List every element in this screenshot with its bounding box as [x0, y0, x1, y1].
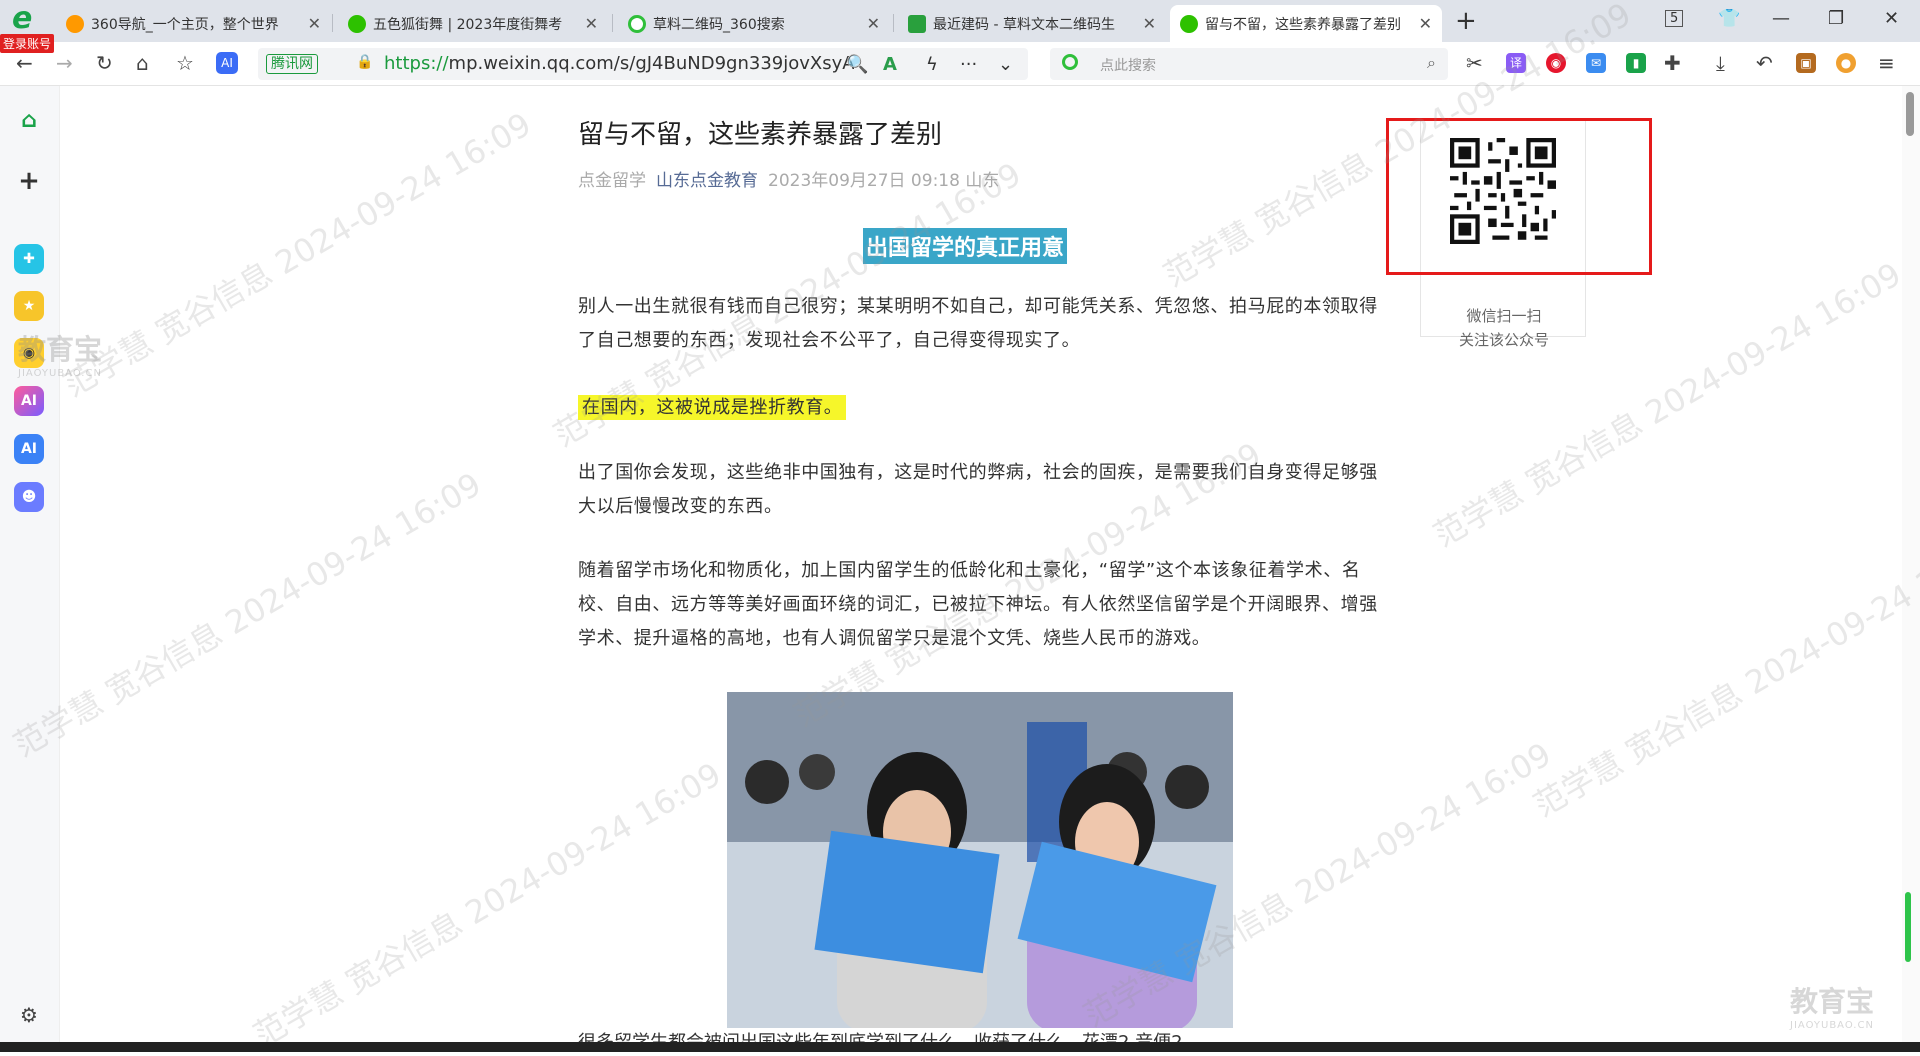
article-location: 山东: [965, 171, 1000, 191]
close-icon[interactable]: ✕: [1143, 14, 1156, 33]
scrollbar-thumb[interactable]: [1906, 92, 1914, 136]
article-meta: 点金留学 山东点金教育 2023年09月27日 09:18 山东: [578, 166, 999, 191]
more-icon[interactable]: ···: [960, 54, 977, 75]
section-heading: 出国留学的真正用意: [863, 228, 1068, 264]
url-text[interactable]: https://mp.weixin.qq.com/s/gJ4BuND9gn339…: [384, 53, 854, 74]
caoliao-qr-icon: [908, 14, 926, 33]
sidebar: ⌂ + ✚ ★ ◉ AI AI ☻ ⚙: [0, 86, 60, 1052]
tab-title: 留与不留，这些素养暴露了差别: [1205, 16, 1401, 33]
qr-caption-follow: 关注该公众号: [1458, 331, 1549, 349]
close-icon[interactable]: ✕: [585, 14, 598, 33]
settings-icon[interactable]: ⚙: [14, 1000, 44, 1030]
window-close-icon[interactable]: ✕: [1884, 8, 1899, 29]
back-icon[interactable]: ←: [16, 52, 33, 74]
sidebar-add-icon[interactable]: +: [14, 166, 44, 196]
account-link[interactable]: 山东点金教育: [656, 171, 758, 191]
ai-assistant-icon[interactable]: AI: [216, 52, 238, 74]
chevron-down-icon[interactable]: ⌄: [998, 54, 1013, 75]
translate-icon[interactable]: 译: [1506, 53, 1526, 73]
article-author: 点金留学: [578, 171, 646, 191]
qr-caption-scan: 微信扫一扫: [1466, 307, 1542, 325]
highlighted-text: 在国内，这被说成是挫折教育。: [578, 395, 847, 420]
tab-bar: e 登录账号 360导航_一个主页，整个世界 ✕ 五色狐街舞 | 2023年度街…: [0, 0, 1920, 53]
toolbox-icon[interactable]: ▣: [1796, 53, 1816, 73]
sidebar-star-icon[interactable]: ★: [14, 291, 44, 321]
scissors-icon[interactable]: ✂: [1466, 52, 1483, 74]
tab-title: 360导航_一个主页，整个世界: [91, 16, 279, 33]
paragraph-1: 别人一出生就很有钱而自己很穷；某某明明不如自己，却可能凭关系、凭忽悠、拍马屁的本…: [578, 296, 1378, 351]
tab-wechat-dance[interactable]: 五色狐街舞 | 2023年度街舞考 ✕: [338, 5, 608, 42]
speed-mode-icon[interactable]: ϟ: [926, 54, 938, 75]
toolbar: ← → ↻ ⌂ ☆ AI 腾讯网 🔒 https://mp.weixin.qq.…: [0, 42, 1920, 86]
read-aloud-icon[interactable]: A: [883, 54, 897, 75]
close-icon[interactable]: ✕: [308, 14, 321, 33]
paragraph-4: 随着留学市场化和物质化，加上国内留学生的低龄化和土豪化，“留学”这个本该象征着学…: [578, 560, 1378, 649]
tab-title: 最近建码 - 草料文本二维码生: [933, 16, 1115, 33]
tab-title: 五色狐街舞 | 2023年度街舞考: [373, 16, 563, 33]
paragraph-5-partial: 很多留学生都会被问出国这些年到底学到了什么，收获了什么，花漂2 音便2: [578, 1028, 1183, 1042]
sidebar-chat-bot-icon[interactable]: ☻: [14, 482, 44, 512]
address-bar[interactable]: 腾讯网 🔒 https://mp.weixin.qq.com/s/gJ4BuND…: [258, 48, 1028, 80]
reload-icon[interactable]: ↻: [96, 52, 113, 74]
zoom-icon[interactable]: 🔍: [846, 54, 868, 75]
sidebar-ai-icon[interactable]: AI: [14, 386, 44, 416]
taskbar-strip: [0, 1042, 1920, 1052]
close-icon[interactable]: ✕: [867, 14, 880, 33]
favorites-icon[interactable]: ☆: [176, 52, 194, 74]
wechat-icon: [348, 14, 366, 33]
extensions-icon[interactable]: ✚: [1664, 52, 1681, 74]
wechat-icon: [1180, 14, 1198, 33]
sidebar-home-icon[interactable]: ⌂: [14, 106, 44, 136]
skin-shirt-icon[interactable]: 👕: [1718, 8, 1740, 29]
sidebar-app-icon[interactable]: ✚: [14, 244, 44, 274]
login-badge[interactable]: 登录账号: [0, 34, 55, 53]
mail-icon[interactable]: ✉: [1586, 53, 1606, 73]
tab-article-active[interactable]: 留与不留，这些素养暴露了差别 ✕: [1170, 5, 1442, 42]
paragraph-2: 在国内，这被说成是挫折教育。: [578, 391, 1382, 425]
360-search-icon: [628, 14, 646, 33]
weibo-icon[interactable]: ◉: [1546, 53, 1566, 73]
article-date: 2023年09月27日 09:18: [768, 171, 960, 191]
user-avatar-icon[interactable]: ●: [1836, 53, 1856, 73]
search-box[interactable]: 点此搜索 ⌕: [1050, 48, 1448, 80]
undo-close-icon[interactable]: ↶: [1756, 52, 1773, 74]
minimize-icon[interactable]: —: [1772, 8, 1790, 29]
watermark-logo: 教育宝 JIAOYUBAO.CN: [1790, 985, 1875, 1031]
tab-count-icon[interactable]: 5: [1665, 10, 1684, 27]
360-search-icon[interactable]: [1062, 54, 1078, 70]
search-placeholder: 点此搜索: [1100, 58, 1156, 74]
article-title: 留与不留，这些素养暴露了差别: [578, 120, 943, 150]
sidebar-ai2-icon[interactable]: AI: [14, 434, 44, 464]
forward-icon[interactable]: →: [56, 52, 73, 74]
restore-icon[interactable]: ❐: [1828, 8, 1844, 29]
lock-icon[interactable]: 🔒: [356, 54, 373, 70]
watermark-logo: 教育宝 JIAOYUBAO.CN: [18, 333, 103, 379]
home-icon[interactable]: ⌂: [136, 52, 149, 74]
browser-logo-icon[interactable]: e: [8, 4, 42, 38]
360-nav-icon: [66, 14, 84, 33]
menu-icon[interactable]: ≡: [1878, 52, 1895, 74]
tab-title: 草料二维码_360搜索: [653, 16, 785, 33]
tab-360-search[interactable]: 草料二维码_360搜索 ✕: [618, 5, 890, 42]
paragraph-3: 出了国你会发现，这些绝非中国独有，这是时代的弊病，社会的固疾，是需要我们自身变得…: [578, 462, 1378, 517]
page-content: 留与不留，这些素养暴露了差别 点金留学 山东点金教育 2023年09月27日 09:…: [60, 86, 1920, 1042]
close-icon[interactable]: ✕: [1419, 14, 1432, 33]
new-tab-button[interactable]: +: [1455, 7, 1477, 35]
site-certificate-label[interactable]: 腾讯网: [266, 54, 318, 74]
tab-360-nav[interactable]: 360导航_一个主页，整个世界 ✕: [56, 5, 331, 42]
tab-caoliao-qr[interactable]: 最近建码 - 草料文本二维码生 ✕: [898, 5, 1166, 42]
download-icon[interactable]: ⤓: [1716, 52, 1725, 74]
side-progress-indicator: [1905, 892, 1911, 962]
qr-highlight-box: [1386, 118, 1652, 275]
article-photo[interactable]: [727, 692, 1233, 1028]
reader-icon[interactable]: ▮: [1626, 53, 1646, 73]
search-icon[interactable]: ⌕: [1427, 53, 1436, 73]
